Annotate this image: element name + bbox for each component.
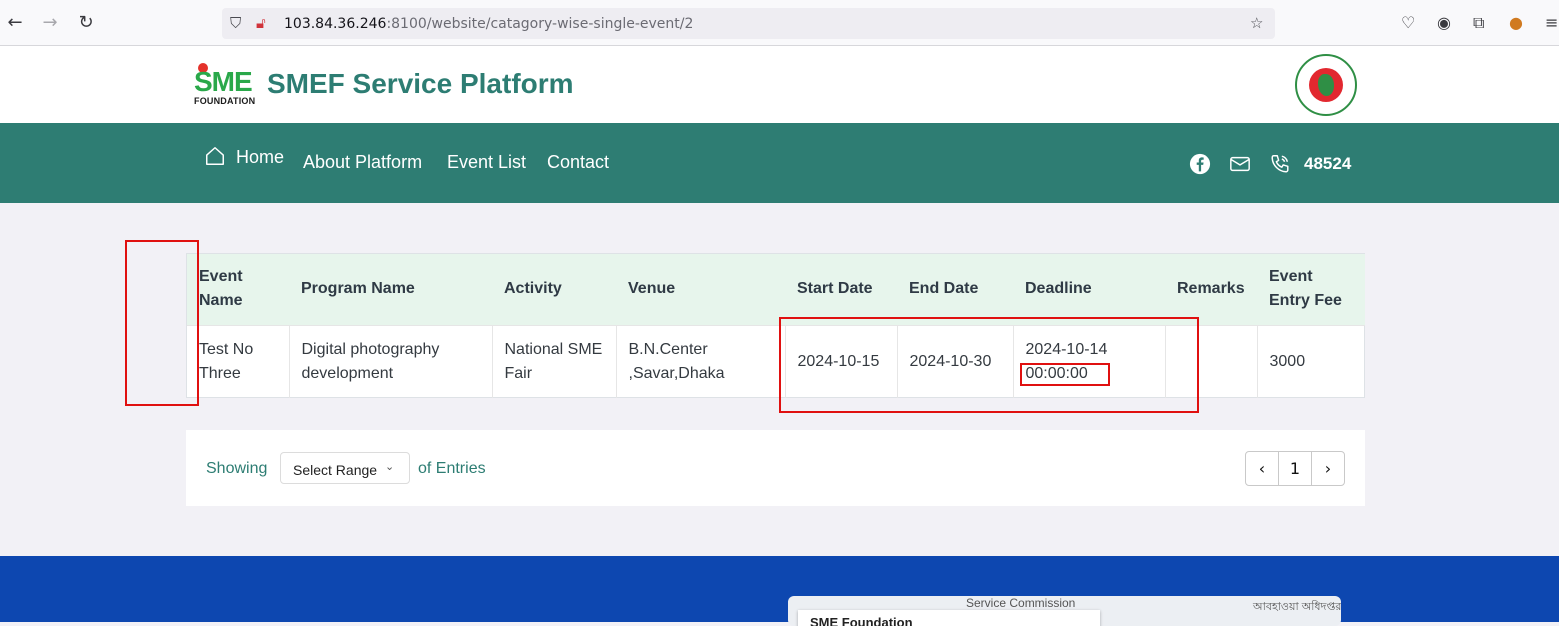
cell-program-name: Digital photography development (289, 324, 493, 398)
next-page-icon[interactable]: › (1312, 452, 1344, 485)
facebook-icon[interactable] (1189, 153, 1211, 175)
addon-icon[interactable]: ● (1509, 13, 1523, 32)
phone-icon[interactable] (1269, 153, 1291, 175)
site-title: SMEF Service Platform (267, 68, 574, 99)
nav-contact[interactable]: Contact (547, 152, 609, 173)
of-entries-label: of Entries (418, 460, 486, 477)
page-number-button[interactable]: 1 (1279, 452, 1311, 485)
insecure-lock-icon[interactable]: 🔓︎ (256, 14, 266, 32)
reload-icon[interactable]: ↻ (75, 12, 97, 34)
bookmark-star-icon[interactable]: ☆ (1250, 14, 1263, 32)
col-header-event-name: Event Name (187, 254, 289, 325)
col-header-entry-fee: Event Entry Fee (1257, 254, 1365, 325)
range-select[interactable]: Select Range ⌄ (280, 452, 410, 484)
browser-toolbar: ← → ↻ ⛉ 🔓︎ 103.84.36.246:8100/website/ca… (0, 0, 1559, 46)
annotation-box (1020, 363, 1110, 386)
account-icon[interactable]: ◉ (1437, 13, 1451, 32)
col-header-end-date: End Date (897, 254, 1013, 325)
site-header: SME FOUNDATION SMEF Service Platform (0, 46, 1559, 123)
menu-icon[interactable]: ≡ (1545, 13, 1558, 32)
chevron-down-icon: ⌄ (385, 461, 395, 473)
range-select-value: Select Range (293, 462, 378, 478)
sme-foundation-logo[interactable]: SME FOUNDATION (194, 63, 256, 106)
map-label: Service Commission (966, 596, 1076, 610)
col-header-remarks: Remarks (1165, 254, 1257, 325)
forward-icon[interactable]: → (39, 12, 61, 34)
nav-home[interactable]: Home (236, 147, 284, 168)
col-header-venue: Venue (616, 254, 785, 325)
table-header-row: Event Name Program Name Activity Venue S… (187, 254, 1365, 325)
hotline-number[interactable]: 48524 (1304, 154, 1351, 174)
annotation-box (779, 317, 1199, 413)
cell-event-name[interactable]: Test No Three (187, 324, 290, 398)
showing-label: Showing (206, 460, 268, 477)
footer: Service Commission আবহাওয়া অধিদপ্তর SME… (0, 556, 1559, 626)
cell-entry-fee: 3000 (1257, 324, 1365, 398)
logo-subtext: FOUNDATION (194, 96, 256, 106)
logo-mark: SME (194, 66, 253, 97)
col-header-start-date: Start Date (785, 254, 897, 325)
back-icon[interactable]: ← (4, 12, 26, 34)
annotation-box (125, 240, 199, 406)
col-header-deadline: Deadline (1013, 254, 1165, 325)
pager: ‹ 1 › (1245, 451, 1345, 486)
map-label: আবহাওয়া অধিদপ্তর (1253, 601, 1341, 613)
nav-event-list[interactable]: Event List (447, 152, 526, 173)
extensions-icon[interactable]: ⧉ (1473, 13, 1484, 33)
home-icon[interactable] (204, 145, 226, 167)
url-text[interactable]: 103.84.36.246:8100/website/catagory-wise… (284, 16, 693, 32)
government-seal-logo (1295, 54, 1357, 116)
map-info-title: SME Foundation (810, 615, 913, 626)
address-bar[interactable]: ⛉ 🔓︎ 103.84.36.246:8100/website/catagory… (222, 8, 1275, 39)
shield-icon[interactable]: ⛉ (230, 14, 241, 32)
main-navbar: Home About Platform Event List Contact 4… (0, 123, 1559, 203)
prev-page-icon[interactable]: ‹ (1246, 452, 1278, 485)
cell-venue: B.N.Center ,Savar,Dhaka (616, 324, 786, 398)
pagination-panel: Showing Select Range ⌄ of Entries ‹ 1 › (186, 430, 1365, 506)
mail-icon[interactable] (1229, 153, 1251, 175)
col-header-program-name: Program Name (289, 254, 492, 325)
col-header-activity: Activity (492, 254, 616, 325)
pocket-icon[interactable]: ♡ (1401, 13, 1415, 32)
cell-activity: National SME Fair (492, 324, 617, 398)
nav-about-platform[interactable]: About Platform (303, 152, 422, 173)
map-info-box[interactable]: SME Foundation (798, 610, 1100, 626)
